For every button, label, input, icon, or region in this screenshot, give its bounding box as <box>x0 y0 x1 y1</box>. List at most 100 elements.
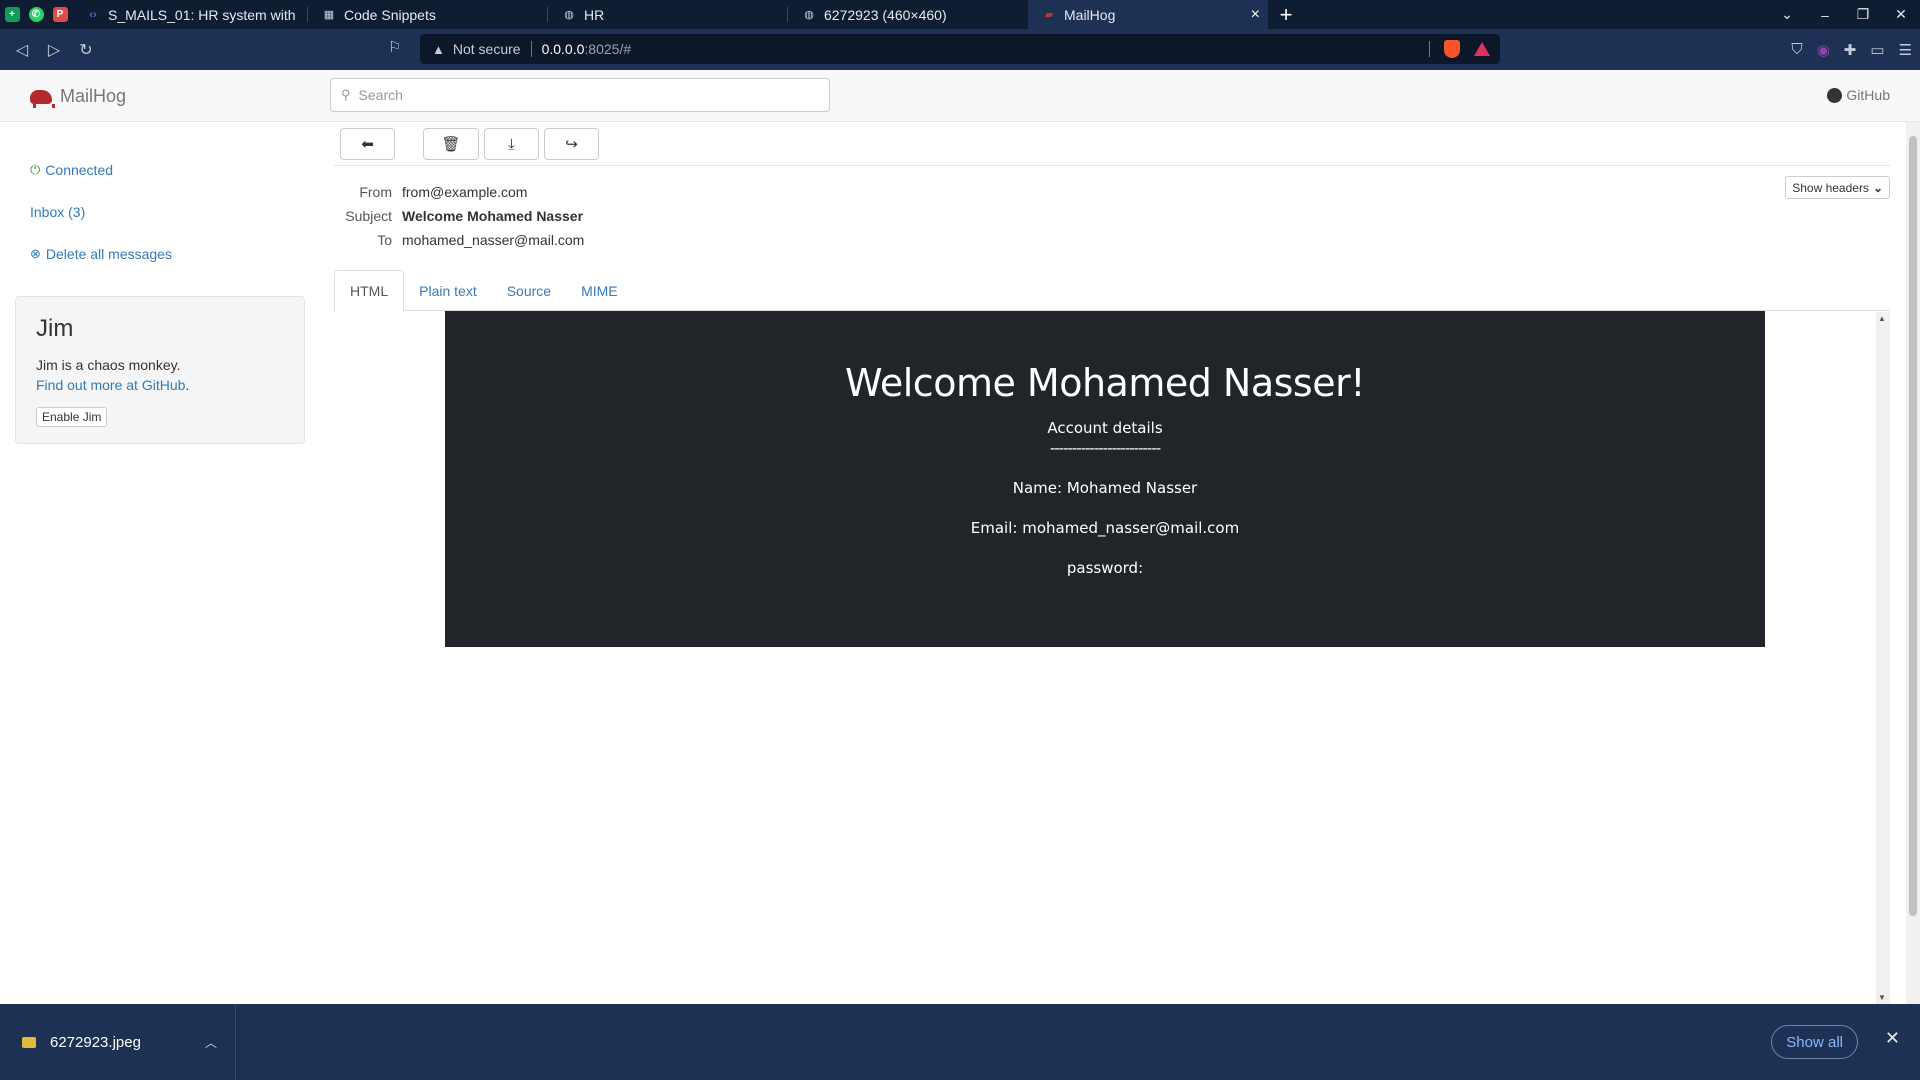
restore-icon[interactable]: ❐ <box>1844 6 1882 23</box>
delete-all-label: Delete all messages <box>45 246 172 262</box>
new-tab-button[interactable]: + <box>1268 0 1304 29</box>
power-icon: ⏻ <box>30 162 41 177</box>
chevron-up-icon[interactable]: ︿ <box>205 1034 217 1051</box>
to-label: To <box>377 232 392 248</box>
subject-label: Subject <box>345 208 392 224</box>
page-scrollbar[interactable] <box>1906 122 1920 1004</box>
show-headers-select[interactable]: Show headers ⌄ <box>1785 176 1890 199</box>
tab-source[interactable]: Source <box>492 270 566 311</box>
globe-icon: ◍ <box>804 9 814 21</box>
jim-panel: Jim Jim is a chaos monkey. Find out more… <box>15 296 305 444</box>
tab-label: S_MAILS_01: HR system with m <box>108 6 296 23</box>
jim-github-link[interactable]: Find out more at GitHub <box>36 377 185 393</box>
mailhog-brand[interactable]: MailHog <box>30 86 127 108</box>
globe-icon: ◍ <box>564 9 574 21</box>
url-text: 0.0.0.0:8025/# <box>542 41 632 57</box>
close-icon[interactable]: ✕ <box>1885 1028 1900 1049</box>
delete-message-button[interactable]: 🗑 <box>423 128 479 160</box>
show-all-button[interactable]: Show all <box>1771 1025 1858 1059</box>
github-link[interactable]: GitHub <box>1827 87 1890 103</box>
search-input[interactable] <box>358 87 799 103</box>
mailhog-navbar: MailHog ⚲ GitHub <box>0 70 1920 122</box>
window-controls: ⌄ – ❐ ✕ <box>1768 0 1920 29</box>
tab-mime[interactable]: MIME <box>566 270 633 311</box>
brand-name: MailHog <box>60 86 127 106</box>
account-details-label: Account details <box>1047 419 1163 437</box>
jim-period: . <box>185 377 190 393</box>
release-button[interactable]: ↪ <box>544 128 599 160</box>
arrow-left-icon: ⬅ <box>361 136 374 153</box>
github-icon <box>1827 87 1843 103</box>
tab-label: MailHog <box>1064 6 1116 23</box>
jim-description: Jim is a chaos monkey. <box>36 357 181 373</box>
account-password: password: <box>1066 559 1144 577</box>
tab-plain-text[interactable]: Plain text <box>404 270 492 311</box>
hog-icon: ▰ <box>1044 9 1054 21</box>
inbox-label: Inbox (3) <box>30 204 86 220</box>
message-headers: From from@example.com Subject Welcome Mo… <box>340 180 584 252</box>
not-secure-label[interactable]: Not secure <box>453 41 521 57</box>
tab-hr[interactable]: ◍ HR <box>548 0 788 29</box>
tab-label: Plain text <box>419 282 477 299</box>
brave-rewards-icon[interactable] <box>1474 42 1490 56</box>
pinned-tab-sheets[interactable]: + <box>0 0 24 29</box>
download-button[interactable]: ⤓ <box>484 128 539 160</box>
app-icon: P <box>52 7 68 22</box>
close-tab-icon[interactable]: × <box>1251 6 1260 24</box>
share-icon: ↪ <box>565 136 578 153</box>
scrollbar-thumb[interactable] <box>1909 136 1917 916</box>
snippet-icon: ▦ <box>323 9 335 21</box>
subject-value: Welcome Mohamed Nasser <box>402 208 584 224</box>
delete-circle-icon: ⊗ <box>30 246 41 261</box>
tab-label: HR <box>584 6 605 23</box>
tab-s-mails[interactable]: ‹› S_MAILS_01: HR system with m <box>72 0 308 29</box>
trash-icon: 🗑 <box>441 136 461 153</box>
email-heading: Welcome Mohamed Nasser! <box>845 361 1365 405</box>
scroll-up-icon[interactable]: ▲ <box>1878 314 1886 323</box>
extension-icon[interactable]: ◉ <box>1817 41 1830 59</box>
bookmark-icon[interactable]: ⚐ <box>388 38 401 56</box>
menu-icon[interactable]: ☰ <box>1899 41 1912 59</box>
inbox-link[interactable]: Inbox (3) <box>30 204 85 220</box>
tab-label: MIME <box>581 282 618 299</box>
tab-label: HTML <box>350 283 389 299</box>
tab-label: 6272923 (460×460) <box>824 6 947 23</box>
tab-image[interactable]: ◍ 6272923 (460×460) <box>788 0 1028 29</box>
account-email: Email: mohamed_nasser@mail.com <box>970 519 1240 537</box>
to-value: mohamed_nasser@mail.com <box>402 232 585 248</box>
image-file-icon <box>22 1036 36 1048</box>
puzzle-icon[interactable]: ✚ <box>1844 41 1857 59</box>
minimize-icon[interactable]: – <box>1806 7 1844 23</box>
search-box: ⚲ <box>330 78 830 112</box>
warning-icon: ▲ <box>432 41 445 57</box>
pinned-tab-pinterest[interactable]: P <box>48 0 72 29</box>
address-bar[interactable]: ▲ Not secure 0.0.0.0:8025/# <box>420 34 1500 64</box>
tab-html[interactable]: HTML <box>334 270 405 312</box>
pinned-tab-whatsapp[interactable]: ✆ <box>24 0 48 29</box>
tab-mailhog[interactable]: ▰ MailHog × <box>1028 0 1268 29</box>
back-icon[interactable]: ◁ <box>6 34 38 66</box>
download-item[interactable]: 6272923.jpeg ︿ <box>0 1004 236 1080</box>
enable-jim-button[interactable]: Enable Jim <box>36 407 108 427</box>
tab-label: Code Snippets <box>344 6 436 23</box>
scroll-down-icon[interactable]: ▼ <box>1878 993 1886 1002</box>
reload-icon[interactable]: ↻ <box>70 34 102 66</box>
tab-code-snippets[interactable]: ▦ Code Snippets <box>308 0 548 29</box>
forward-icon[interactable]: ▷ <box>38 34 70 66</box>
message-view-tabs: HTML Plain text Source MIME <box>334 270 1890 312</box>
tab-search-icon[interactable]: ⌄ <box>1768 6 1806 23</box>
iframe-scrollbar[interactable]: ▲ ▼ <box>1876 312 1890 1004</box>
brave-shields-icon[interactable] <box>1444 40 1460 58</box>
show-headers-label: Show headers <box>1792 180 1869 195</box>
account-name: Name: Mohamed Nasser <box>1012 479 1198 497</box>
back-to-inbox-button[interactable]: ⬅ <box>340 128 395 160</box>
wallet-icon[interactable]: ▭ <box>1870 41 1884 59</box>
close-window-icon[interactable]: ✕ <box>1882 6 1920 23</box>
divider-dashes: ------------------------- <box>1049 439 1161 457</box>
url-port-path: :8025/# <box>584 41 632 57</box>
sheets-icon: + <box>4 7 20 22</box>
delete-all-link[interactable]: ⊗ Delete all messages <box>30 246 172 262</box>
vpn-icon[interactable]: ⛉ <box>1791 41 1802 59</box>
github-label: GitHub <box>1846 87 1890 103</box>
tab-label: Source <box>506 282 552 299</box>
